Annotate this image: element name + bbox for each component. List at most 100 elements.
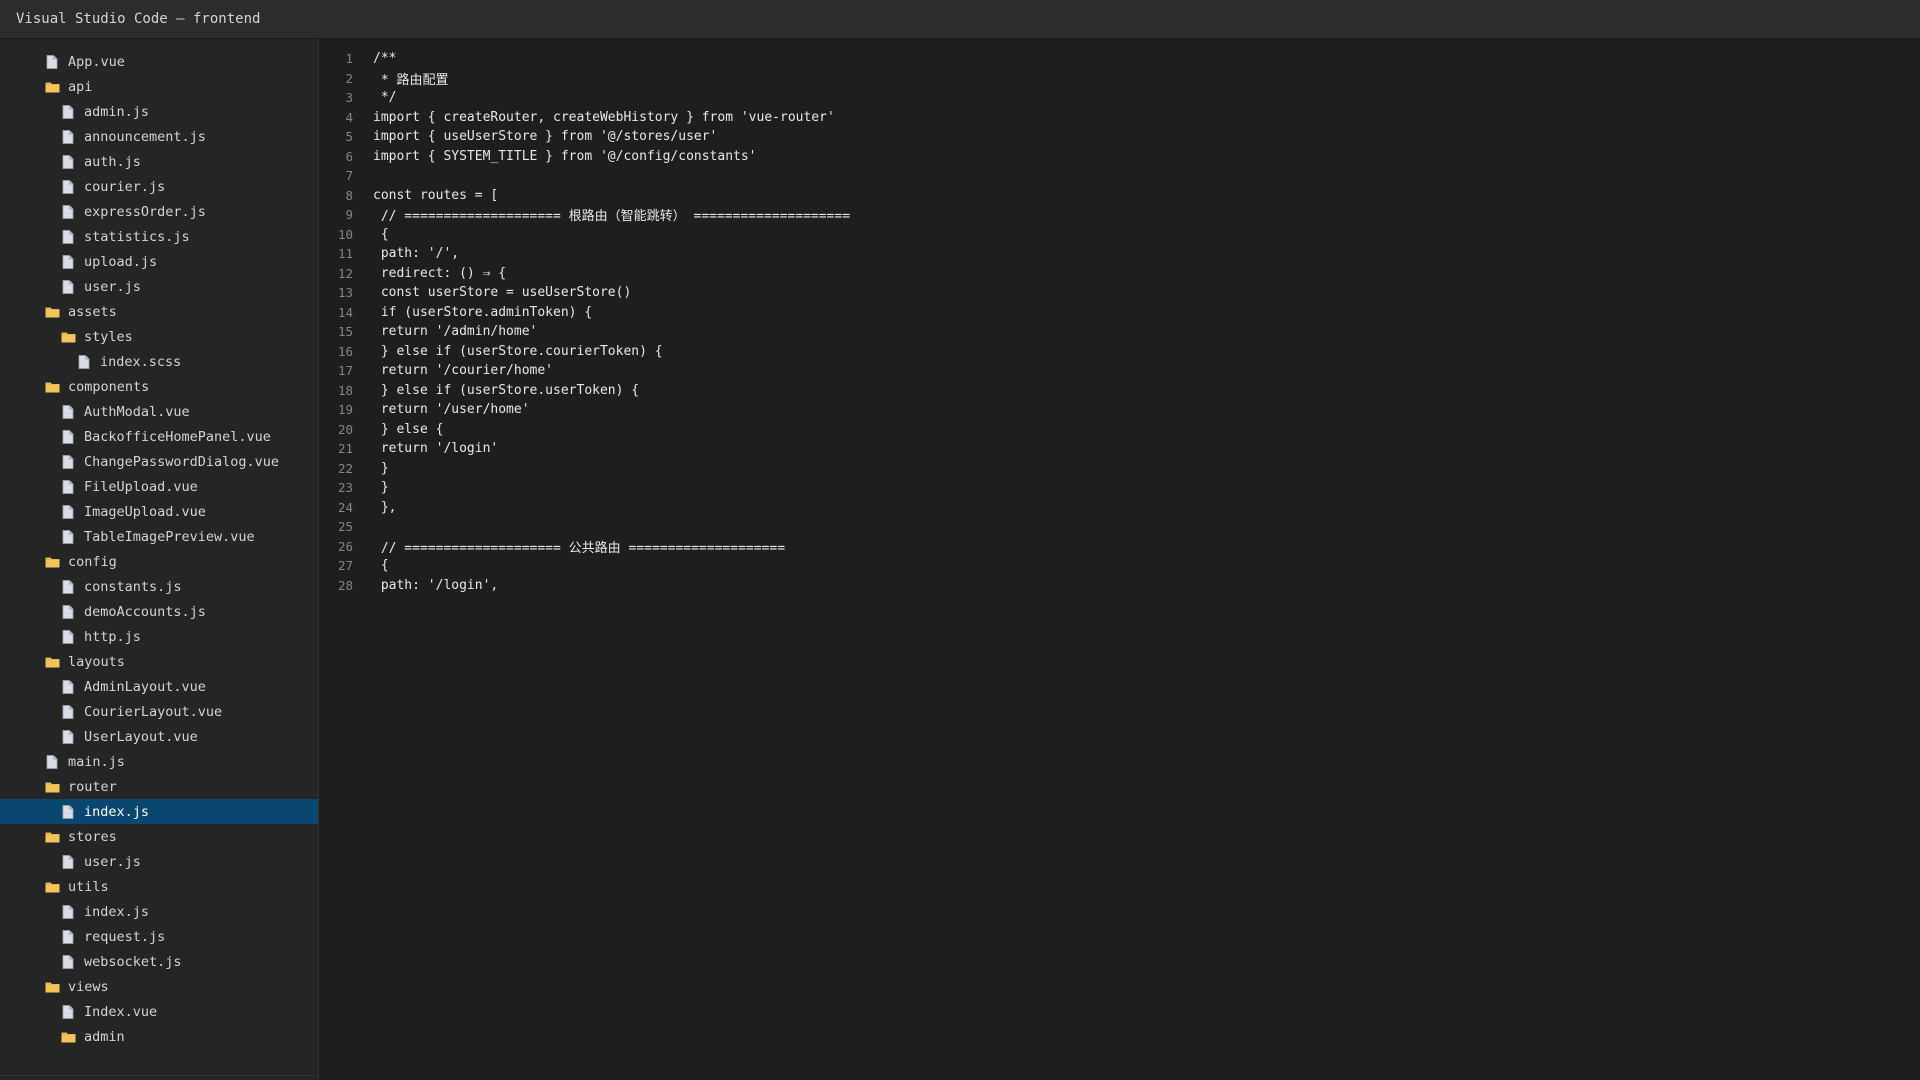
explorer-folder[interactable]: api xyxy=(0,74,318,99)
explorer-file[interactable]: request.js xyxy=(0,924,318,949)
explorer-file[interactable]: BackofficeHomePanel.vue xyxy=(0,424,318,449)
code-line: 12 redirect: () ⇒ { xyxy=(319,264,1920,284)
code-line: 14 if (userStore.adminToken) { xyxy=(319,303,1920,323)
explorer-item-label: App.vue xyxy=(68,53,125,70)
line-number: 7 xyxy=(345,168,353,184)
explorer-file[interactable]: AuthModal.vue xyxy=(0,399,318,424)
explorer-item-label: courier.js xyxy=(84,178,166,195)
explorer-file[interactable]: CourierLayout.vue xyxy=(0,699,318,724)
file-icon xyxy=(60,454,76,470)
explorer-file[interactable]: App.vue xyxy=(0,49,318,74)
line-text: import { useUserStore } from '@/stores/u… xyxy=(373,129,718,145)
explorer-folder[interactable]: config xyxy=(0,549,318,574)
explorer-file[interactable]: FileUpload.vue xyxy=(0,474,318,499)
explorer-file[interactable]: upload.js xyxy=(0,249,318,274)
file-icon xyxy=(60,904,76,920)
explorer-folder[interactable]: assets xyxy=(0,299,318,324)
explorer-file[interactable]: index.scss xyxy=(0,349,318,374)
code-line: 11 path: '/', xyxy=(319,244,1920,264)
line-text: // ==================== 根路由（智能跳转） ======… xyxy=(373,209,851,225)
code-line: 6 import { SYSTEM_TITLE } from '@/config/… xyxy=(319,147,1920,167)
explorer-sidebar: App.vue api admin.js announcement.js auth.js… xyxy=(0,39,319,1080)
line-number: 5 xyxy=(345,129,353,145)
line-text: return '/user/home' xyxy=(373,402,530,418)
file-icon xyxy=(60,679,76,695)
explorer-item-label: websocket.js xyxy=(84,953,182,970)
code-line: 22 } xyxy=(319,459,1920,479)
line-number: 12 xyxy=(337,265,353,281)
file-icon xyxy=(60,529,76,545)
explorer-file[interactable]: ChangePasswordDialog.vue xyxy=(0,449,318,474)
explorer-file[interactable]: admin.js xyxy=(0,99,318,124)
line-number: 28 xyxy=(337,577,353,593)
explorer-file[interactable]: index.js xyxy=(0,799,318,824)
file-icon xyxy=(60,229,76,245)
file-icon xyxy=(60,204,76,220)
explorer-folder[interactable]: utils xyxy=(0,874,318,899)
code-line: 16 } else if (userStore.courierToken) { xyxy=(319,342,1920,362)
explorer-item-label: user.js xyxy=(84,853,141,870)
explorer-folder[interactable]: stores xyxy=(0,824,318,849)
line-text: return '/courier/home' xyxy=(373,363,554,379)
folder-icon xyxy=(60,1029,76,1045)
folder-icon xyxy=(44,654,60,670)
explorer-file[interactable]: index.js xyxy=(0,899,318,924)
code-editor[interactable]: 1/** 2 * 路由配置 3 */4 import { createRouter, … xyxy=(319,39,1920,1080)
explorer-file[interactable]: user.js xyxy=(0,274,318,299)
explorer-item-label: stores xyxy=(68,828,117,845)
explorer-file[interactable]: websocket.js xyxy=(0,949,318,974)
explorer-item-label: FileUpload.vue xyxy=(84,478,198,495)
explorer-item-label: index.js xyxy=(84,903,150,920)
explorer-item-label: expressOrder.js xyxy=(84,203,206,220)
code-line: 23 } xyxy=(319,478,1920,498)
explorer-file[interactable]: constants.js xyxy=(0,574,318,599)
explorer-item-label: announcement.js xyxy=(84,128,206,145)
explorer-file[interactable]: statistics.js xyxy=(0,224,318,249)
line-text: } else { xyxy=(373,421,444,437)
file-icon xyxy=(60,929,76,945)
code-line: 27 { xyxy=(319,556,1920,576)
explorer-folder[interactable]: layouts xyxy=(0,649,318,674)
explorer-item-label: admin xyxy=(84,1028,125,1045)
explorer-file[interactable]: demoAccounts.js xyxy=(0,599,318,624)
code-line: 13 const userStore = useUserStore() xyxy=(319,283,1920,303)
folder-icon xyxy=(44,79,60,95)
explorer-folder[interactable]: styles xyxy=(0,324,318,349)
explorer-file[interactable]: expressOrder.js xyxy=(0,199,318,224)
explorer-file[interactable]: announcement.js xyxy=(0,124,318,149)
explorer-item-label: constants.js xyxy=(84,578,182,595)
line-text: * 路由配置 xyxy=(373,72,449,88)
line-text: if (userStore.adminToken) { xyxy=(373,304,593,320)
explorer-file[interactable]: AdminLayout.vue xyxy=(0,674,318,699)
explorer-file[interactable]: auth.js xyxy=(0,149,318,174)
explorer-item-label: CourierLayout.vue xyxy=(84,703,223,720)
explorer-file[interactable]: ImageUpload.vue xyxy=(0,499,318,524)
explorer-file[interactable]: courier.js xyxy=(0,174,318,199)
folder-icon xyxy=(44,829,60,845)
explorer-item-label: TableImagePreview.vue xyxy=(84,528,255,545)
explorer-file[interactable]: main.js xyxy=(0,749,318,774)
folder-icon xyxy=(44,304,60,320)
explorer-folder[interactable]: components xyxy=(0,374,318,399)
line-text: const userStore = useUserStore() xyxy=(373,285,632,301)
code-line: 28 path: '/login', xyxy=(319,576,1920,596)
file-icon xyxy=(76,354,92,370)
explorer-folder[interactable]: router xyxy=(0,774,318,799)
explorer-folder[interactable]: views xyxy=(0,974,318,999)
explorer-file[interactable]: UserLayout.vue xyxy=(0,724,318,749)
file-icon xyxy=(60,504,76,520)
explorer-folder[interactable]: admin xyxy=(0,1024,318,1049)
vscode-window: Visual Studio Code — frontend App.vue api… xyxy=(0,0,1920,1080)
line-text: import { SYSTEM_TITLE } from '@/config/c… xyxy=(373,148,757,164)
file-icon xyxy=(60,279,76,295)
explorer-file[interactable]: user.js xyxy=(0,849,318,874)
line-number: 9 xyxy=(345,207,353,223)
explorer-file[interactable]: http.js xyxy=(0,624,318,649)
line-number: 23 xyxy=(337,480,353,496)
explorer-item-label: router xyxy=(68,778,117,795)
code-line: 9 // ==================== 根路由（智能跳转） ====… xyxy=(319,205,1920,225)
explorer-file[interactable]: TableImagePreview.vue xyxy=(0,524,318,549)
explorer-item-label: auth.js xyxy=(84,153,141,170)
explorer-file[interactable]: Index.vue xyxy=(0,999,318,1024)
line-number: 20 xyxy=(337,421,353,437)
